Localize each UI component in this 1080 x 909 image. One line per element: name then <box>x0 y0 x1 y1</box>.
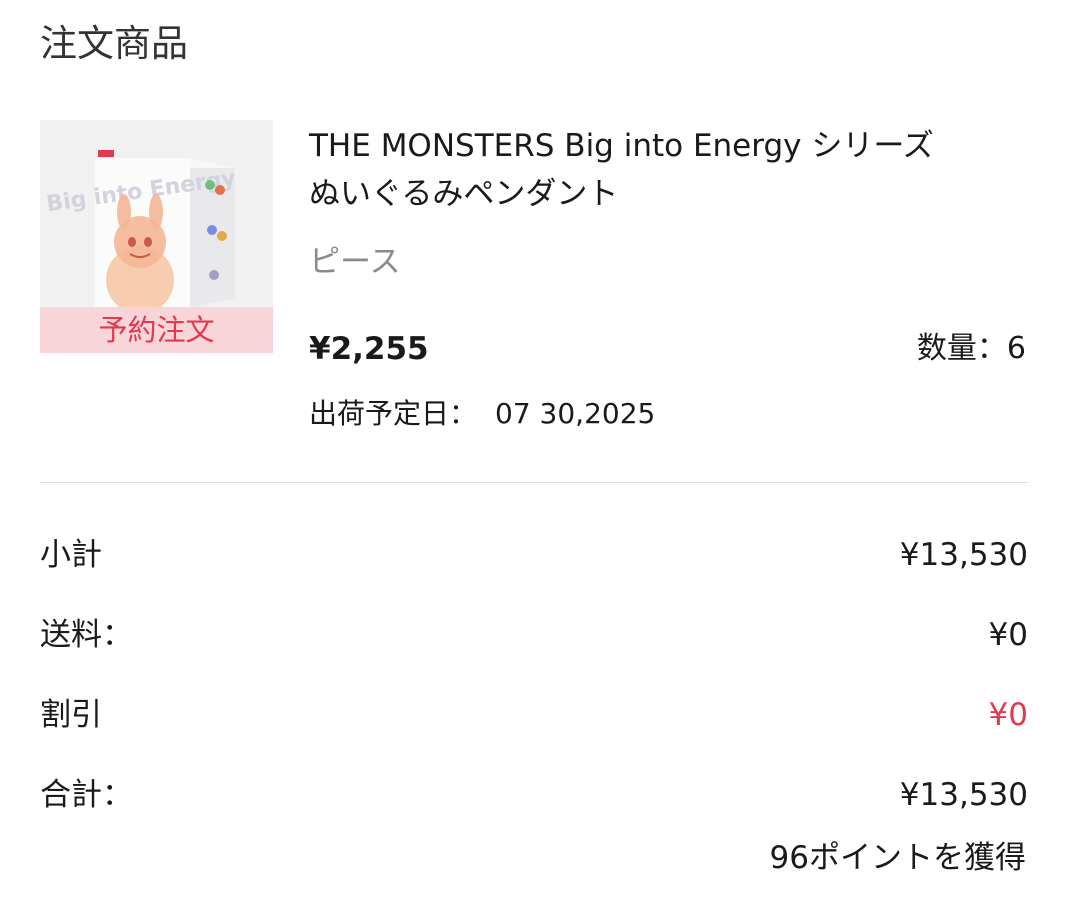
discount-value: ¥0 <box>988 697 1028 733</box>
points-earned: 96ポイントを獲得 <box>769 840 1026 876</box>
total-row: 合計： ¥13,530 <box>40 771 1028 819</box>
product-name[interactable]: THE MONSTERS Big into Energy シリーズ ぬいぐるみペ… <box>309 122 1029 218</box>
product-image[interactable]: Big into Energy 予約注文 <box>40 120 273 353</box>
divider <box>40 482 1028 483</box>
product-quantity: 数量：6 <box>916 331 1026 366</box>
ship-date-value: 07 30,2025 <box>495 397 656 430</box>
discount-row: 割引 ¥0 <box>40 691 1028 739</box>
preorder-badge: 予約注文 <box>40 307 273 353</box>
product-name-line1: THE MONSTERS Big into Energy シリーズ <box>309 128 934 164</box>
shipping-label: 送料： <box>40 617 133 653</box>
product-price: ¥2,255 <box>309 331 429 367</box>
product-variant: ピース <box>309 244 401 280</box>
subtotal-label: 小計 <box>40 537 102 573</box>
section-title: 注文商品 <box>40 22 188 65</box>
subtotal-row: 小計 ¥13,530 <box>40 531 1028 579</box>
total-value: ¥13,530 <box>899 777 1028 813</box>
total-label: 合計： <box>40 777 133 813</box>
shipping-row: 送料： ¥0 <box>40 611 1028 659</box>
ship-date: 出荷予定日： 07 30,2025 <box>309 390 655 438</box>
ship-date-label: 出荷予定日： <box>309 397 478 430</box>
product-name-line2: ぬいぐるみペンダント <box>309 176 619 212</box>
subtotal-value: ¥13,530 <box>899 537 1028 573</box>
discount-label: 割引 <box>40 697 102 733</box>
shipping-value: ¥0 <box>988 617 1028 653</box>
